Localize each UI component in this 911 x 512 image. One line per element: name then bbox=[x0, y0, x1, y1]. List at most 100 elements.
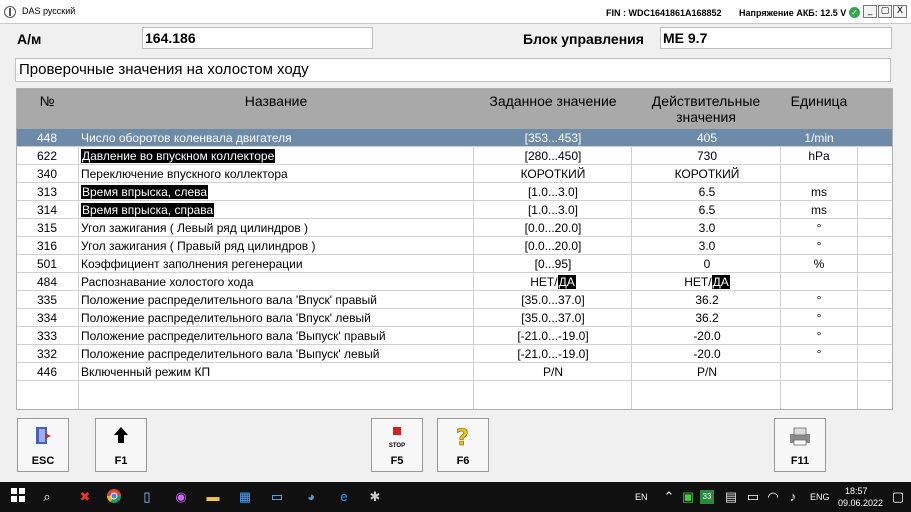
clock-date[interactable]: 09.06.2022 bbox=[838, 498, 883, 508]
cell-unit: ° bbox=[816, 347, 822, 361]
cell-number: 332 bbox=[36, 347, 58, 361]
cell-name: Время впрыска, справа bbox=[81, 202, 215, 218]
cell-actual-value: 6.5 bbox=[698, 203, 716, 217]
cell-unit: ms bbox=[811, 203, 827, 217]
ecu-label: Блок управления bbox=[523, 31, 644, 47]
table-row[interactable]: 448 Число оборотов коленвала двигателя [… bbox=[17, 129, 892, 147]
cell-set-value: [-21.0...-19.0] bbox=[517, 347, 589, 361]
table-row[interactable]: 316 Угол зажигания ( Правый ряд цилиндро… bbox=[17, 237, 892, 255]
table-row[interactable]: 340 Переключение впускного коллектора КО… bbox=[17, 165, 892, 183]
set-no: НЕТ/ bbox=[530, 275, 558, 289]
f11-print-button[interactable]: F11 bbox=[774, 418, 826, 472]
notification-icon[interactable]: ▢ bbox=[889, 488, 907, 506]
cell-name: Коэффициент заполнения регенерации bbox=[81, 257, 303, 271]
keyboard-lang[interactable]: EN bbox=[635, 492, 648, 502]
ecu-field: ME 9.7 bbox=[660, 27, 892, 49]
vehicle-field: 164.186 bbox=[142, 27, 373, 49]
table-row[interactable]: 333 Положение распределительного вала 'В… bbox=[17, 327, 892, 345]
cell-set-value: [0.0...20.0] bbox=[524, 239, 582, 253]
cell-name: Переключение впускного коллектора bbox=[81, 167, 288, 181]
f5-stop-button[interactable]: STOP F5 bbox=[371, 418, 423, 472]
act-no: НЕТ/ bbox=[684, 275, 712, 289]
cell-set-value: НЕТ/ДА bbox=[475, 274, 631, 290]
col-actual-line2: значения bbox=[676, 109, 736, 125]
app-icon-red[interactable]: ✖ bbox=[76, 488, 94, 506]
col-unit: Единица bbox=[790, 93, 848, 109]
cell-number: 622 bbox=[36, 149, 58, 163]
cell-actual-value: -20.0 bbox=[693, 347, 721, 361]
file-icon[interactable]: ▯ bbox=[138, 488, 156, 506]
table-row[interactable]: 334 Положение распределительного вала 'В… bbox=[17, 309, 892, 327]
table-row[interactable]: 332 Положение распределительного вала 'В… bbox=[17, 345, 892, 363]
tray-app-icon[interactable]: ▤ bbox=[722, 488, 740, 506]
cell-set-value: [35.0...37.0] bbox=[521, 311, 585, 325]
ie-browser-icon[interactable]: e bbox=[335, 488, 353, 506]
esc-button[interactable]: ESC bbox=[17, 418, 69, 472]
stop-text: STOP bbox=[388, 443, 406, 449]
tray-chevron-icon[interactable]: ⌃ bbox=[660, 488, 678, 506]
store-icon[interactable]: ▦ bbox=[236, 488, 254, 506]
table-row[interactable]: 501 Коэффициент заполнения регенерации [… bbox=[17, 255, 892, 273]
table-row[interactable]: 315 Угол зажигания ( Левый ряд цилиндров… bbox=[17, 219, 892, 237]
cell-actual-value: 6.5 bbox=[698, 185, 716, 199]
cell-number: 315 bbox=[36, 221, 58, 235]
maximize-button[interactable]: ▢ bbox=[878, 5, 892, 18]
cell-set-value: [1.0...3.0] bbox=[527, 185, 579, 199]
svg-text:?: ? bbox=[456, 426, 469, 449]
title-bar: DAS русский FIN : WDC1641861A168852 Напр… bbox=[0, 0, 911, 24]
chrome-icon[interactable] bbox=[105, 488, 123, 506]
cell-name: Положение распределительного вала 'Выпус… bbox=[81, 347, 380, 361]
cell-name: Положение распределительного вала 'Впуск… bbox=[81, 293, 377, 307]
tray-counter-badge[interactable]: 33 bbox=[700, 490, 714, 504]
table-row[interactable]: 484 Распознавание холостого хода НЕТ/ДА … bbox=[17, 273, 892, 291]
f1-label: F1 bbox=[114, 455, 128, 467]
search-icon[interactable]: ⌕ bbox=[38, 488, 56, 506]
col-actual-line1: Действительные bbox=[651, 93, 761, 109]
vehicle-label: А/м bbox=[17, 31, 42, 47]
volume-icon[interactable]: ♪ bbox=[784, 488, 802, 506]
f6-help-button[interactable]: ? F6 bbox=[437, 418, 489, 472]
table-row[interactable]: 622 Давление во впускном коллекторе [280… bbox=[17, 147, 892, 165]
col-name: Название bbox=[244, 93, 308, 109]
close-button[interactable]: X bbox=[893, 5, 907, 18]
tray-green-icon[interactable]: ▣ bbox=[679, 488, 697, 506]
wifi-icon[interactable]: ◠ bbox=[764, 488, 782, 506]
taskbar: ⌕ ✖ ▯ ◉ ▬ ▦ ▭ ◕ e ✱ EN ⌃ ▣ 33 ▤ ▭ ◠ ♪ EN… bbox=[0, 482, 911, 512]
network-app-icon[interactable]: ◕ bbox=[302, 488, 320, 506]
col-set-value: Заданное значение bbox=[489, 93, 617, 109]
cell-number: 501 bbox=[36, 257, 58, 271]
table-header: № Название Заданное значение Действитель… bbox=[17, 89, 892, 129]
table-row[interactable]: 335 Положение распределительного вала 'В… bbox=[17, 291, 892, 309]
cell-name: Угол зажигания ( Правый ряд цилиндров ) bbox=[81, 239, 316, 253]
windows-start-icon[interactable] bbox=[9, 488, 27, 506]
cell-set-value: [0...95] bbox=[534, 257, 572, 271]
table-row[interactable]: 313 Время впрыска, слева [1.0...3.0] 6.5… bbox=[17, 183, 892, 201]
cell-actual-value: 3.0 bbox=[698, 239, 716, 253]
cell-name: Положение распределительного вала 'Впуск… bbox=[81, 311, 371, 325]
col-actual-value: Действительные значения bbox=[631, 93, 781, 125]
cell-actual-value: -20.0 bbox=[693, 329, 721, 343]
cell-actual-value: 730 bbox=[696, 149, 718, 163]
input-language[interactable]: ENG bbox=[810, 492, 830, 502]
mercedes-icon[interactable]: ✱ bbox=[366, 488, 384, 506]
f1-button[interactable]: F1 bbox=[95, 418, 147, 472]
table-row[interactable]: 446 Включенный режим КП P/N P/N bbox=[17, 363, 892, 381]
app-icon bbox=[4, 6, 16, 18]
col-number: № bbox=[39, 93, 55, 109]
folder-icon[interactable]: ▬ bbox=[204, 488, 222, 506]
cell-unit: % bbox=[813, 257, 825, 271]
minimize-button[interactable]: _ bbox=[863, 5, 877, 18]
cell-unit: ° bbox=[816, 311, 822, 325]
cell-unit: ° bbox=[816, 293, 822, 307]
cell-unit: 1/min bbox=[804, 131, 834, 145]
media-app-icon[interactable]: ◉ bbox=[172, 488, 190, 506]
clock-time[interactable]: 18:57 bbox=[845, 486, 868, 496]
cell-set-value: [0.0...20.0] bbox=[524, 221, 582, 235]
status-ok-icon: ✓ bbox=[849, 7, 860, 18]
cell-number: 335 bbox=[36, 293, 58, 307]
cell-number: 316 bbox=[36, 239, 58, 253]
cell-number: 448 bbox=[36, 131, 58, 145]
desktop-icon[interactable]: ▭ bbox=[268, 488, 286, 506]
battery-icon[interactable]: ▭ bbox=[744, 488, 762, 506]
table-row[interactable]: 314 Время впрыска, справа [1.0...3.0] 6.… bbox=[17, 201, 892, 219]
